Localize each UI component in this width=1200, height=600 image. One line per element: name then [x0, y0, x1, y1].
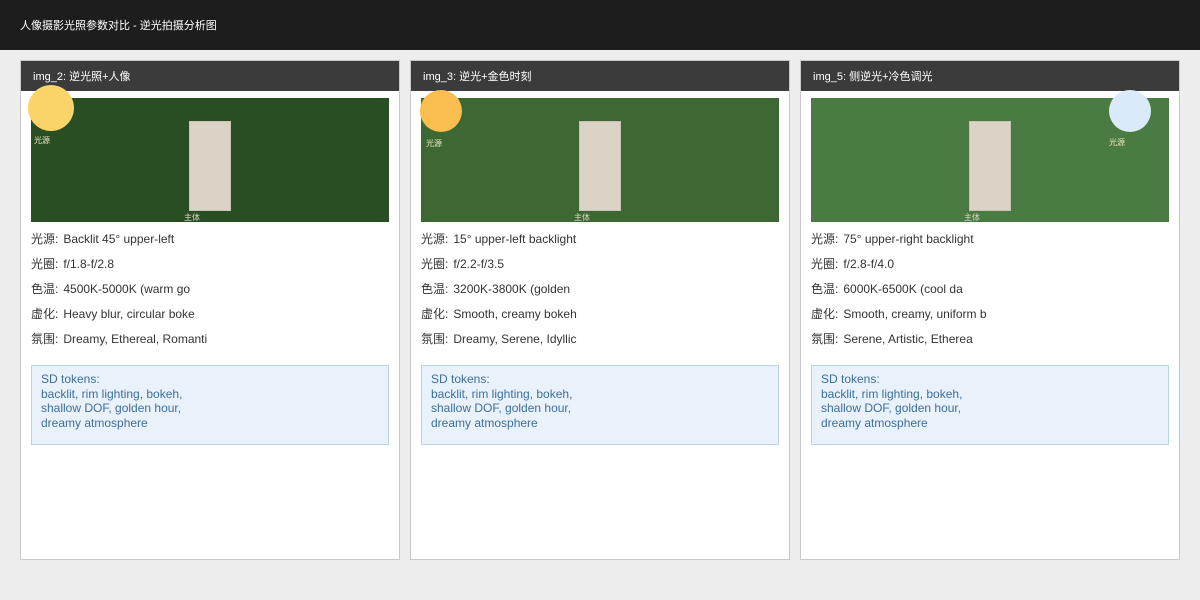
- param-value: 75° upper-right backlight: [843, 232, 973, 246]
- card-title: img_3: 逆光+金色时刻: [411, 61, 789, 91]
- subject-label: 主体: [184, 214, 200, 222]
- param-list: 光源: 15° upper-left backlight 光圈: f/2.2-f…: [421, 226, 779, 351]
- sun-label: 光源: [34, 136, 50, 145]
- param-label: 色温:: [421, 280, 448, 297]
- card-body: 光源 主体 光源: 75° upper-right backlight 光圈: …: [801, 91, 1179, 445]
- param-value: Smooth, creamy bokeh: [453, 307, 576, 321]
- param-row-mood: 氛围: Dreamy, Serene, Idyllic: [421, 326, 779, 351]
- param-row-colortemp: 色温: 3200K-3800K (golden: [421, 276, 779, 301]
- param-row-aperture: 光圈: f/1.8-f/2.8: [31, 251, 389, 276]
- param-value: f/1.8-f/2.8: [63, 257, 114, 271]
- param-value: Heavy blur, circular boke: [63, 307, 194, 321]
- param-label: 光圈:: [31, 255, 58, 272]
- param-row-bokeh: 虚化: Smooth, creamy bokeh: [421, 301, 779, 326]
- param-value: Smooth, creamy, uniform b: [843, 307, 986, 321]
- param-label: 光源:: [811, 230, 838, 247]
- param-list: 光源: 75° upper-right backlight 光圈: f/2.8-…: [811, 226, 1169, 351]
- param-row-aperture: 光圈: f/2.2-f/3.5: [421, 251, 779, 276]
- card-title: img_5: 侧逆光+冷色调光: [801, 61, 1179, 91]
- param-value: Dreamy, Serene, Idyllic: [453, 332, 576, 346]
- sun-circle-icon: [1109, 90, 1151, 132]
- subject-rect: [189, 121, 231, 211]
- subject-label: 主体: [574, 214, 590, 222]
- app-title: 人像摄影光照参数对比 - 逆光拍摄分析图: [20, 17, 217, 33]
- param-label: 虚化:: [421, 305, 448, 322]
- param-label: 光源:: [31, 230, 58, 247]
- subject-label: 主体: [964, 214, 980, 222]
- param-row-colortemp: 色温: 4500K-5000K (warm go: [31, 276, 389, 301]
- param-value: f/2.8-f/4.0: [843, 257, 894, 271]
- param-row-bokeh: 虚化: Heavy blur, circular boke: [31, 301, 389, 326]
- sd-tokens-box: SD tokens: backlit, rim lighting, bokeh,…: [811, 365, 1169, 445]
- param-value: Backlit 45° upper-left: [63, 232, 174, 246]
- param-value: Dreamy, Ethereal, Romanti: [63, 332, 207, 346]
- param-row-light: 光源: 15° upper-left backlight: [421, 226, 779, 251]
- param-label: 氛围:: [811, 330, 838, 347]
- param-label: 虚化:: [31, 305, 58, 322]
- param-label: 色温:: [31, 280, 58, 297]
- param-label: 虚化:: [811, 305, 838, 322]
- scene-preview: 光源 主体: [811, 98, 1169, 222]
- subject-rect: [579, 121, 621, 211]
- param-label: 氛围:: [421, 330, 448, 347]
- param-label: 光源:: [421, 230, 448, 247]
- sun-label: 光源: [426, 139, 442, 148]
- param-value: 6000K-6500K (cool da: [843, 282, 962, 296]
- card-body: 光源 主体 光源: 15° upper-left backlight 光圈: f…: [411, 91, 789, 445]
- param-value: 3200K-3800K (golden: [453, 282, 570, 296]
- card-title: img_2: 逆光照+人像: [21, 61, 399, 91]
- scene-preview: 光源 主体: [421, 98, 779, 222]
- param-row-bokeh: 虚化: Smooth, creamy, uniform b: [811, 301, 1169, 326]
- param-list: 光源: Backlit 45° upper-left 光圈: f/1.8-f/2…: [31, 226, 389, 351]
- sd-tokens-box: SD tokens: backlit, rim lighting, bokeh,…: [31, 365, 389, 445]
- subject-rect: [969, 121, 1011, 211]
- param-value: 4500K-5000K (warm go: [63, 282, 190, 296]
- param-row-mood: 氛围: Dreamy, Ethereal, Romanti: [31, 326, 389, 351]
- image-card-img3: img_3: 逆光+金色时刻 光源 主体 光源: 15° upper-left …: [410, 60, 790, 560]
- param-value: 15° upper-left backlight: [453, 232, 576, 246]
- card-body: 光源 主体 光源: Backlit 45° upper-left 光圈: f/1…: [21, 91, 399, 445]
- sun-circle-icon: [28, 85, 74, 131]
- param-label: 色温:: [811, 280, 838, 297]
- param-label: 氛围:: [31, 330, 58, 347]
- app-title-bar: 人像摄影光照参数对比 - 逆光拍摄分析图: [0, 0, 1200, 50]
- card-grid: img_2: 逆光照+人像 光源 主体 光源: Backlit 45° uppe…: [0, 50, 1200, 560]
- param-row-light: 光源: Backlit 45° upper-left: [31, 226, 389, 251]
- sd-tokens-box: SD tokens: backlit, rim lighting, bokeh,…: [421, 365, 779, 445]
- param-label: 光圈:: [811, 255, 838, 272]
- param-row-light: 光源: 75° upper-right backlight: [811, 226, 1169, 251]
- param-row-colortemp: 色温: 6000K-6500K (cool da: [811, 276, 1169, 301]
- scene-preview: 光源 主体: [31, 98, 389, 222]
- param-label: 光圈:: [421, 255, 448, 272]
- param-value: f/2.2-f/3.5: [453, 257, 504, 271]
- param-value: Serene, Artistic, Etherea: [843, 332, 972, 346]
- sun-label: 光源: [1109, 138, 1125, 147]
- sun-circle-icon: [420, 90, 462, 132]
- param-row-mood: 氛围: Serene, Artistic, Etherea: [811, 326, 1169, 351]
- image-card-img2: img_2: 逆光照+人像 光源 主体 光源: Backlit 45° uppe…: [20, 60, 400, 560]
- image-card-img5: img_5: 侧逆光+冷色调光 光源 主体 光源: 75° upper-righ…: [800, 60, 1180, 560]
- param-row-aperture: 光圈: f/2.8-f/4.0: [811, 251, 1169, 276]
